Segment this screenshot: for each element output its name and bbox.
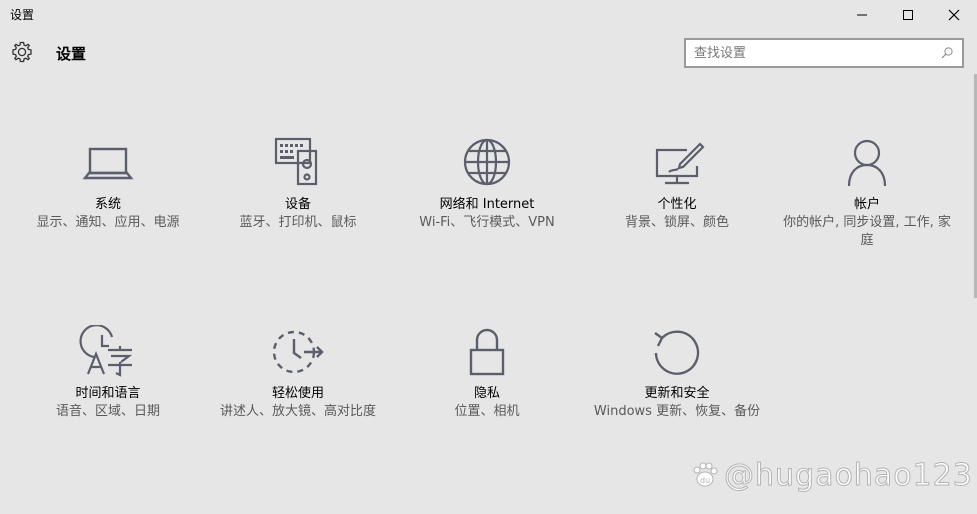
maximize-button[interactable]	[885, 0, 931, 30]
watermark: du @hugaohao123	[690, 452, 973, 502]
search-box[interactable]	[684, 38, 964, 68]
search-icon[interactable]	[940, 46, 954, 60]
gear-icon	[12, 41, 32, 63]
tile-desc: 显示、通知、应用、电源	[36, 215, 180, 230]
maximize-icon	[903, 10, 913, 20]
tile-title: 系统	[94, 197, 121, 212]
tile-title: 轻松使用	[271, 386, 324, 401]
tile-desc: 背景、锁屏、颜色	[624, 215, 729, 230]
tile-title: 更新和安全	[644, 386, 710, 401]
tile-title: 个性化	[657, 197, 697, 212]
window-title: 设置	[10, 8, 35, 22]
close-icon	[948, 9, 960, 21]
paint-monitor-icon	[655, 142, 705, 185]
tile-devices[interactable]: 设备 蓝牙、打印机、鼠标	[210, 136, 386, 232]
search-input[interactable]	[694, 42, 934, 64]
tile-desc: 讲述人、放大镜、高对比度	[219, 404, 376, 419]
lock-icon	[469, 328, 505, 376]
globe-icon	[463, 138, 511, 186]
tile-personalization[interactable]: 个性化 背景、锁屏、颜色	[589, 136, 765, 232]
watermark-text: @hugaohao123	[724, 458, 973, 494]
clock-language-icon	[79, 325, 133, 377]
settings-window: 设置 设置 查找设置 系统 显示、通知、应用、电源 设备 蓝牙、打印机、鼠标 网…	[0, 0, 977, 514]
tile-time-language[interactable]: 时间和语言 语音、区域、日期	[20, 325, 196, 421]
tile-title: 帐户	[853, 197, 880, 212]
keyboard-speaker-icon	[274, 137, 318, 186]
tile-title: 隐私	[473, 386, 500, 401]
page-title: 设置	[56, 45, 87, 63]
tile-update-security[interactable]: 更新和安全 Windows 更新、恢复、备份	[589, 325, 765, 421]
tile-privacy[interactable]: 隐私 位置、相机	[399, 325, 575, 421]
tile-ease-of-access[interactable]: 轻松使用 讲述人、放大镜、高对比度	[210, 325, 386, 421]
svg-text:du: du	[700, 476, 710, 485]
paw-logo-icon: du	[693, 462, 718, 487]
person-icon	[847, 139, 887, 187]
tile-title: 网络和 Internet	[439, 197, 535, 212]
tile-desc: 位置、相机	[454, 404, 520, 419]
tile-desc: Wi-Fi、飞行模式、VPN	[419, 215, 555, 230]
tile-title: 时间和语言	[75, 386, 141, 401]
minimize-icon	[857, 14, 867, 16]
tile-desc: Windows 更新、恢复、备份	[593, 404, 761, 419]
minimize-button[interactable]	[839, 0, 885, 30]
tile-system[interactable]: 系统 显示、通知、应用、电源	[20, 136, 196, 232]
close-button[interactable]	[931, 0, 977, 30]
tile-accounts[interactable]: 帐户 你的帐户, 同步设置, 工作, 家庭	[779, 136, 955, 250]
tile-network[interactable]: 网络和 Internet Wi-Fi、飞行模式、VPN	[399, 136, 575, 232]
ease-of-access-icon	[272, 330, 324, 374]
tile-desc: 语音、区域、日期	[55, 404, 160, 419]
tile-title: 设备	[284, 197, 311, 212]
laptop-icon	[82, 147, 134, 180]
tile-desc: 蓝牙、打印机、鼠标	[239, 215, 357, 230]
title-bar[interactable]: 设置	[0, 0, 977, 30]
tile-desc: 你的帐户, 同步设置, 工作, 家庭	[783, 215, 951, 248]
window-controls	[839, 0, 977, 30]
refresh-icon	[654, 330, 700, 375]
